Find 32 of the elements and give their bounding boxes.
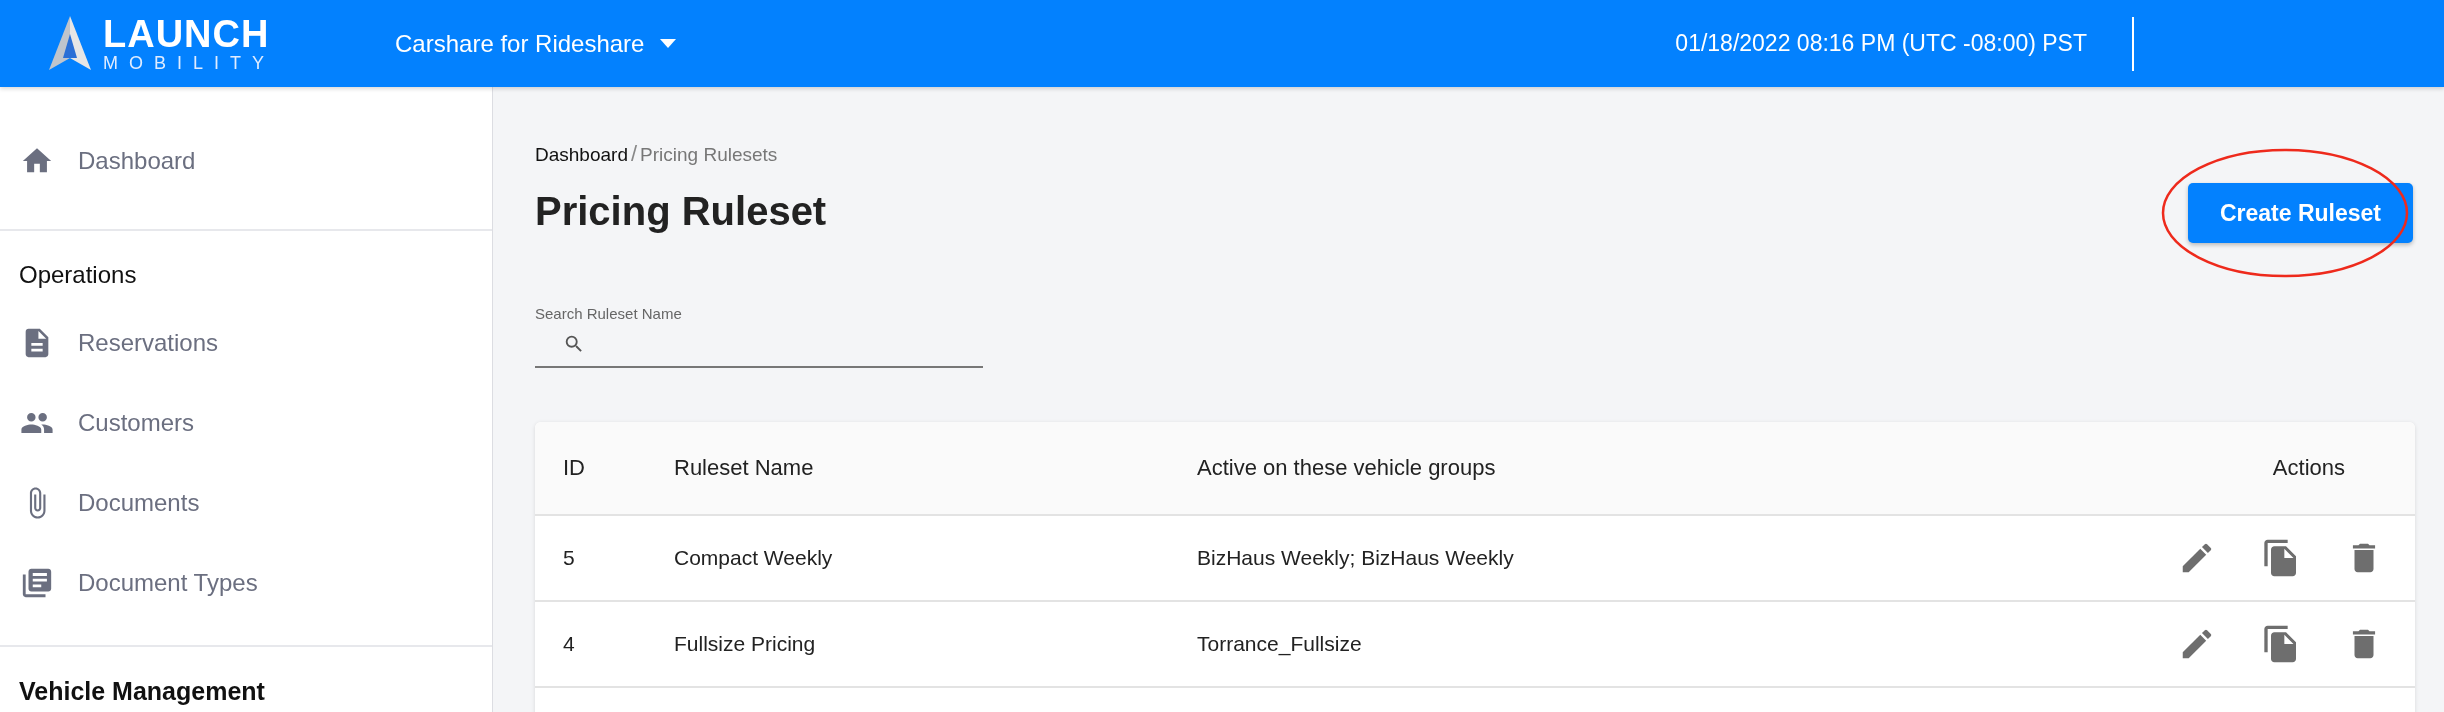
column-header: Active on these vehicle groups — [1197, 455, 1497, 481]
table-cell-text: BizHaus Weekly; BizHaus Weekly — [1197, 546, 1515, 570]
logo[interactable]: LAUNCH MOBILITY — [45, 13, 275, 74]
search-field[interactable]: Search Ruleset Name — [535, 305, 983, 368]
library-icon — [20, 566, 54, 600]
date-time: 01/18/2022 08:16 PM (UTC -08:00) PST — [1675, 30, 2087, 57]
table-cell-text: Compact Weekly — [674, 546, 834, 570]
table-cell-text: Torrance_Fullsize — [1197, 632, 1363, 656]
table-cell-text: 4 — [562, 632, 576, 656]
breadcrumb-link[interactable]: Pricing Rulesets — [640, 144, 778, 166]
workspace-dropdown[interactable]: Carshare for Rideshare — [395, 29, 677, 58]
breadcrumb-separator: / — [630, 141, 638, 167]
section-heading: Vehicle Management — [18, 676, 266, 707]
column-header: ID — [562, 455, 586, 481]
search-label: Search Ruleset Name — [535, 305, 683, 322]
create-ruleset-button[interactable]: Create Ruleset — [2188, 183, 2413, 243]
nav-item[interactable]: Customers — [0, 383, 492, 463]
page-title: Pricing Ruleset — [535, 189, 827, 234]
nav-item[interactable]: Reservations — [0, 303, 492, 383]
column-header: Actions — [2271, 455, 2346, 481]
search-icon — [563, 333, 585, 355]
table-cell-text: 5 — [562, 546, 576, 570]
nav-item[interactable]: Documents — [0, 463, 492, 543]
logo-subtitle: MOBILITY — [103, 52, 275, 73]
section-heading: Operations — [18, 260, 138, 290]
nav-item[interactable]: Document Types — [0, 543, 492, 623]
breadcrumb-link[interactable]: Dashboard — [535, 144, 628, 166]
logo-wordmark: LAUNCH — [103, 14, 271, 53]
table-cell-text: Fullsize Pricing — [674, 632, 817, 656]
caret-icon — [660, 39, 677, 48]
nav-item[interactable]: Dashboard — [0, 143, 492, 179]
column-header: Ruleset Name — [674, 455, 815, 481]
